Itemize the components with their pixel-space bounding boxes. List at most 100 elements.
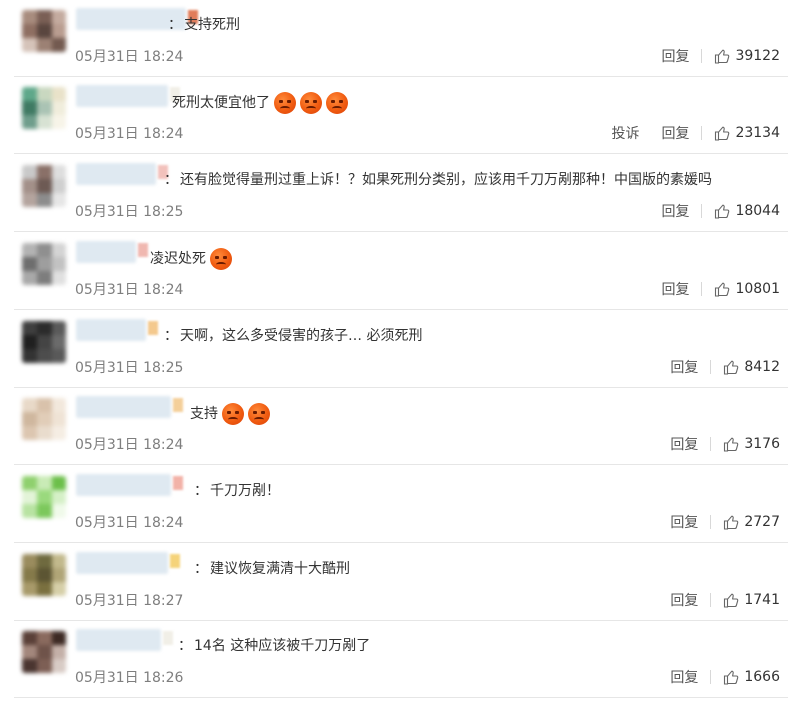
- comment-body: 支持死刑: [184, 17, 240, 33]
- comment-time: 05月31日 18:25: [75, 204, 184, 220]
- comment-colon: ：: [178, 638, 192, 654]
- avatar[interactable]: [22, 165, 66, 207]
- comment-body: 14名 这种应该被千刀万剐了: [194, 638, 371, 654]
- like-button[interactable]: 1666: [723, 669, 780, 685]
- comment-item: ：千刀万剐！ 05月31日 18:24 回复 2727: [0, 466, 800, 543]
- thumbs-up-icon: [724, 593, 739, 608]
- username-badge: [148, 321, 158, 335]
- thumbs-up-icon: [715, 282, 730, 297]
- avatar[interactable]: [22, 476, 66, 518]
- like-count: 18044: [735, 203, 780, 219]
- comment-text: ：建议恢复满清十大酷刑: [194, 559, 350, 579]
- row-divider: [14, 231, 788, 232]
- reply-button[interactable]: 回复: [670, 590, 698, 610]
- row-divider: [14, 464, 788, 465]
- comment-item: ： 14名 这种应该被千刀万剐了 05月31日 18:26 回复 1666: [0, 621, 800, 698]
- like-button[interactable]: 10801: [714, 281, 780, 297]
- angry-face-icon: [326, 92, 348, 114]
- like-button[interactable]: 18044: [714, 203, 780, 219]
- comment-time: 05月31日 18:26: [75, 670, 184, 686]
- like-button[interactable]: 23134: [714, 125, 780, 141]
- like-count: 1741: [744, 592, 780, 608]
- thumbs-up-icon: [715, 49, 730, 64]
- comment-colon: ：: [168, 17, 182, 33]
- reply-button[interactable]: 回复: [661, 279, 689, 299]
- comment-item: 支持 05月31日 18:24 回复 3176: [0, 388, 800, 465]
- reply-button[interactable]: 回复: [661, 46, 689, 66]
- like-button[interactable]: 8412: [723, 359, 780, 375]
- comment-actions: 回复 10801: [661, 279, 780, 299]
- reply-button[interactable]: 回复: [670, 357, 698, 377]
- row-divider: [14, 697, 788, 698]
- avatar[interactable]: [22, 10, 66, 52]
- comment-text: ： 14名 这种应该被千刀万剐了: [178, 636, 370, 656]
- report-button[interactable]: 投诉: [611, 123, 639, 143]
- comment-actions: 回复 1741: [670, 590, 780, 610]
- avatar[interactable]: [22, 87, 66, 129]
- username-redacted[interactable]: [76, 629, 161, 651]
- like-count: 2727: [744, 514, 780, 530]
- like-count: 1666: [744, 669, 780, 685]
- comment-item: ：建议恢复满清十大酷刑 05月31日 18:27 回复 1741: [0, 544, 800, 621]
- comment-text: 死刑太便宜他了: [172, 92, 348, 114]
- like-button[interactable]: 39122: [714, 48, 780, 64]
- like-count: 8412: [744, 359, 780, 375]
- action-divider: [701, 204, 703, 218]
- comment-time: 05月31日 18:24: [75, 437, 184, 453]
- angry-face-icon: [222, 403, 244, 425]
- avatar[interactable]: [22, 554, 66, 596]
- comment-time: 05月31日 18:24: [75, 49, 184, 65]
- comment-actions: 回复 18044: [661, 201, 780, 221]
- action-divider: [710, 437, 712, 451]
- avatar[interactable]: [22, 398, 66, 440]
- username-badge: [173, 398, 183, 412]
- like-count: 23134: [735, 125, 780, 141]
- action-divider: [701, 282, 703, 296]
- comment-body: 死刑太便宜他了: [172, 95, 270, 111]
- comment-text: ：还有脸觉得量刑过重上诉！？如果死刑分类别，应该用千刀万剐那种！中国版的素媛吗: [164, 170, 712, 190]
- username-badge: [138, 243, 148, 257]
- comment-actions: 投诉 回复 23134: [611, 123, 780, 143]
- username-redacted[interactable]: [76, 85, 168, 107]
- reply-button[interactable]: 回复: [661, 201, 689, 221]
- like-count: 3176: [744, 436, 780, 452]
- comment-colon: ：: [164, 328, 178, 344]
- comment-text: ：支持死刑: [168, 15, 240, 35]
- comment-actions: 回复 3176: [670, 434, 780, 454]
- reply-button[interactable]: 回复: [670, 667, 698, 687]
- row-divider: [14, 153, 788, 154]
- avatar[interactable]: [22, 243, 66, 285]
- comment-item: ：还有脸觉得量刑过重上诉！？如果死刑分类别，应该用千刀万剐那种！中国版的素媛吗 0…: [0, 155, 800, 232]
- comment-actions: 回复 1666: [670, 667, 780, 687]
- row-divider: [14, 542, 788, 543]
- comment-body: 千刀万剐！: [210, 483, 280, 499]
- username-redacted[interactable]: [76, 319, 146, 341]
- comment-text: ：千刀万剐！: [194, 481, 280, 501]
- username-badge: [170, 554, 180, 568]
- username-redacted[interactable]: [76, 163, 156, 185]
- thumbs-up-icon: [724, 515, 739, 530]
- comment-body: 凌迟处死: [150, 251, 206, 267]
- reply-button[interactable]: 回复: [670, 434, 698, 454]
- username-redacted[interactable]: [76, 552, 168, 574]
- like-button[interactable]: 1741: [723, 592, 780, 608]
- avatar[interactable]: [22, 631, 66, 673]
- angry-face-icon: [274, 92, 296, 114]
- action-divider: [710, 593, 712, 607]
- reply-button[interactable]: 回复: [670, 512, 698, 532]
- comment-body: 建议恢复满清十大酷刑: [210, 561, 350, 577]
- thumbs-up-icon: [715, 204, 730, 219]
- action-divider: [701, 126, 703, 140]
- username-redacted[interactable]: [76, 474, 171, 496]
- like-button[interactable]: 3176: [723, 436, 780, 452]
- username-badge: [173, 476, 183, 490]
- action-divider: [710, 515, 712, 529]
- username-redacted[interactable]: [76, 396, 171, 418]
- comment-body: 支持: [190, 406, 218, 422]
- comment-body: 天啊，这么多受侵害的孩子… 必须死刑: [180, 328, 423, 344]
- like-button[interactable]: 2727: [723, 514, 780, 530]
- avatar[interactable]: [22, 321, 66, 363]
- angry-face-icon: [210, 248, 232, 270]
- reply-button[interactable]: 回复: [661, 123, 689, 143]
- username-redacted[interactable]: [76, 241, 136, 263]
